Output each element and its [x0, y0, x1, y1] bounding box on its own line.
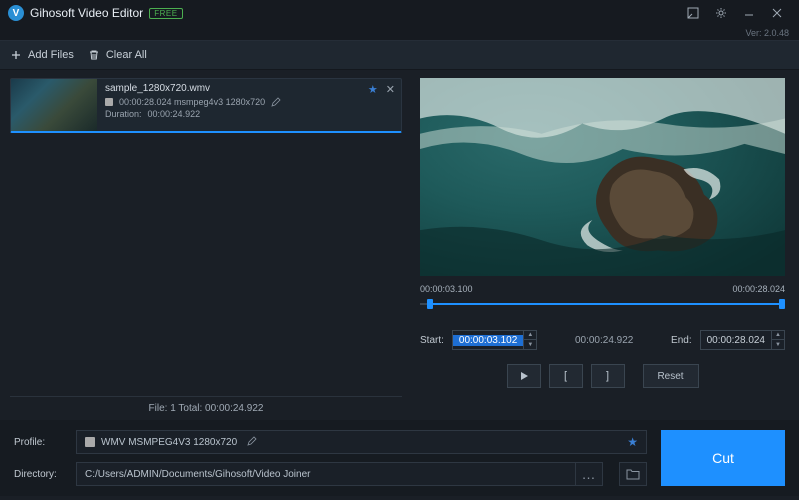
- play-button[interactable]: [507, 364, 541, 388]
- profile-edit-icon[interactable]: [247, 436, 257, 449]
- end-time-input[interactable]: 00:00:28.024 ▲ ▼: [700, 330, 785, 350]
- free-badge: FREE: [149, 8, 182, 19]
- end-step-down[interactable]: ▼: [772, 340, 784, 349]
- video-preview[interactable]: [420, 78, 785, 276]
- duration-value: 00:00:24.922: [148, 109, 201, 119]
- settings-icon[interactable]: [707, 0, 735, 26]
- toolbar: Add Files Clear All: [0, 40, 799, 70]
- selection-duration: 00:00:24.922: [545, 335, 663, 346]
- remove-file-icon[interactable]: ✕: [386, 83, 395, 96]
- footer: Profile: WMV MSMPEG4V3 1280x720 ★ Direct…: [0, 420, 799, 496]
- profile-label: Profile:: [14, 437, 66, 448]
- directory-more-button[interactable]: …: [575, 463, 601, 485]
- file-thumbnail: [11, 79, 97, 131]
- version-label: Ver: 2.0.48: [0, 26, 799, 40]
- browse-folder-button[interactable]: [619, 462, 647, 486]
- mark-out-button[interactable]: ]: [591, 364, 625, 388]
- close-button[interactable]: [763, 0, 791, 26]
- directory-label: Directory:: [14, 469, 66, 480]
- add-files-button[interactable]: Add Files: [10, 49, 74, 61]
- mark-in-button[interactable]: [: [549, 364, 583, 388]
- clear-all-button[interactable]: Clear All: [88, 49, 147, 61]
- file-item[interactable]: sample_1280x720.wmv 00:00:28.024 msmpeg4…: [10, 78, 402, 133]
- file-edit-icon[interactable]: [271, 97, 281, 107]
- title-bar: V Gihosoft Video Editor FREE: [0, 0, 799, 26]
- trim-handle-end[interactable]: [779, 299, 785, 309]
- profile-codec-icon: [85, 437, 95, 447]
- codec-icon: [105, 98, 113, 106]
- minimize-button[interactable]: [735, 0, 763, 26]
- end-label: End:: [671, 335, 692, 346]
- file-list-pane: sample_1280x720.wmv 00:00:28.024 msmpeg4…: [0, 70, 410, 420]
- reset-button[interactable]: Reset: [643, 364, 699, 388]
- file-name: sample_1280x720.wmv: [105, 83, 393, 94]
- end-step-up[interactable]: ▲: [772, 331, 784, 340]
- timeline-track[interactable]: [420, 296, 785, 312]
- file-list-footer: File: 1 Total: 00:00:24.922: [10, 396, 402, 420]
- start-step-down[interactable]: ▼: [524, 340, 536, 349]
- profile-favorite-icon[interactable]: ★: [627, 435, 638, 449]
- edit-window-icon[interactable]: [679, 0, 707, 26]
- app-logo-icon: V: [8, 5, 24, 21]
- app-title: Gihosoft Video Editor: [30, 6, 143, 20]
- start-step-up[interactable]: ▲: [524, 331, 536, 340]
- trim-handle-start[interactable]: [427, 299, 433, 309]
- start-label: Start:: [420, 335, 444, 346]
- profile-selector[interactable]: WMV MSMPEG4V3 1280x720 ★: [76, 430, 647, 454]
- directory-field[interactable]: C:/Users/ADMIN/Documents/Gihosoft/Video …: [76, 462, 603, 486]
- duration-label: Duration:: [105, 109, 142, 119]
- preview-pane: 00:00:03.100 00:00:28.024 Start: 00:00:0…: [410, 70, 799, 420]
- favorite-icon[interactable]: ★: [368, 83, 378, 96]
- file-codec-line: 00:00:28.024 msmpeg4v3 1280x720: [119, 97, 265, 107]
- timeline-start-label: 00:00:03.100: [420, 284, 473, 294]
- timeline-end-label: 00:00:28.024: [732, 284, 785, 294]
- cut-button[interactable]: Cut: [661, 430, 785, 486]
- start-time-input[interactable]: 00:00:03.102 ▲ ▼: [452, 330, 537, 350]
